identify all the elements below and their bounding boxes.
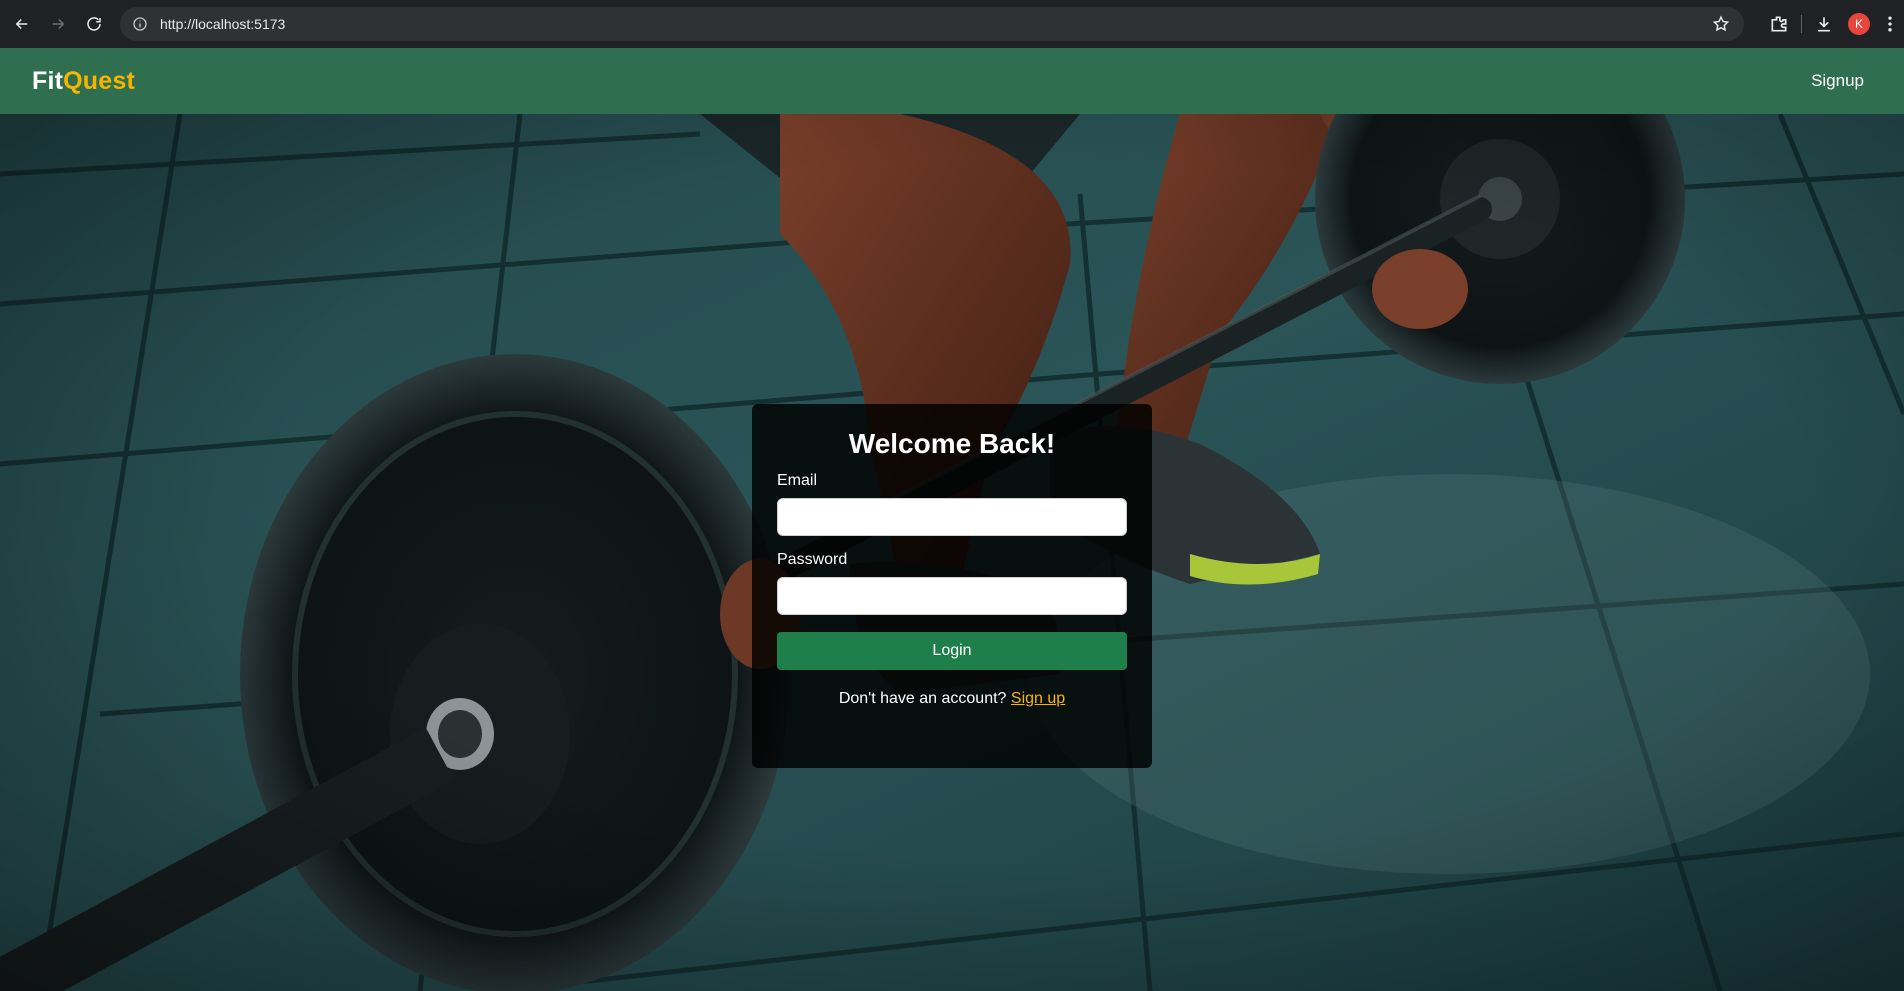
nav-signup-link[interactable]: Signup bbox=[1811, 71, 1864, 91]
site-info-icon[interactable] bbox=[132, 16, 148, 32]
app-navbar: FitQuest Signup bbox=[0, 48, 1904, 114]
address-bar[interactable]: http://localhost:5173 bbox=[120, 7, 1744, 41]
toolbar-separator bbox=[1801, 15, 1802, 33]
password-label: Password bbox=[777, 551, 848, 568]
email-label: Email bbox=[777, 472, 818, 489]
email-field[interactable] bbox=[777, 498, 1127, 536]
login-title: Welcome Back! bbox=[848, 428, 1056, 459]
browser-menu-icon[interactable] bbox=[1880, 14, 1900, 34]
brand-quest: Quest bbox=[63, 66, 136, 95]
profile-avatar[interactable]: K bbox=[1848, 13, 1870, 35]
login-button[interactable]: Login bbox=[777, 632, 1127, 670]
reload-icon[interactable] bbox=[80, 10, 108, 38]
bookmark-star-icon[interactable] bbox=[1712, 15, 1730, 33]
extensions-icon[interactable] bbox=[1769, 14, 1789, 34]
back-icon[interactable] bbox=[8, 10, 36, 38]
password-field[interactable] bbox=[777, 577, 1127, 615]
brand-fit: Fit bbox=[32, 66, 64, 95]
signup-prompt: Don't have an account? Sign up bbox=[777, 690, 1127, 708]
signup-prompt-text: Don't have an account? bbox=[838, 690, 1007, 707]
forward-icon[interactable] bbox=[44, 10, 72, 38]
login-card: Welcome Back! Email Password Login Don't… bbox=[752, 404, 1152, 768]
url-text[interactable]: http://localhost:5173 bbox=[160, 16, 285, 32]
downloads-icon[interactable] bbox=[1814, 14, 1834, 34]
brand-logo[interactable]: FitQuest bbox=[32, 67, 135, 96]
browser-toolbar: http://localhost:5173 K bbox=[0, 0, 1904, 48]
signup-link[interactable]: Sign up bbox=[1011, 690, 1065, 707]
